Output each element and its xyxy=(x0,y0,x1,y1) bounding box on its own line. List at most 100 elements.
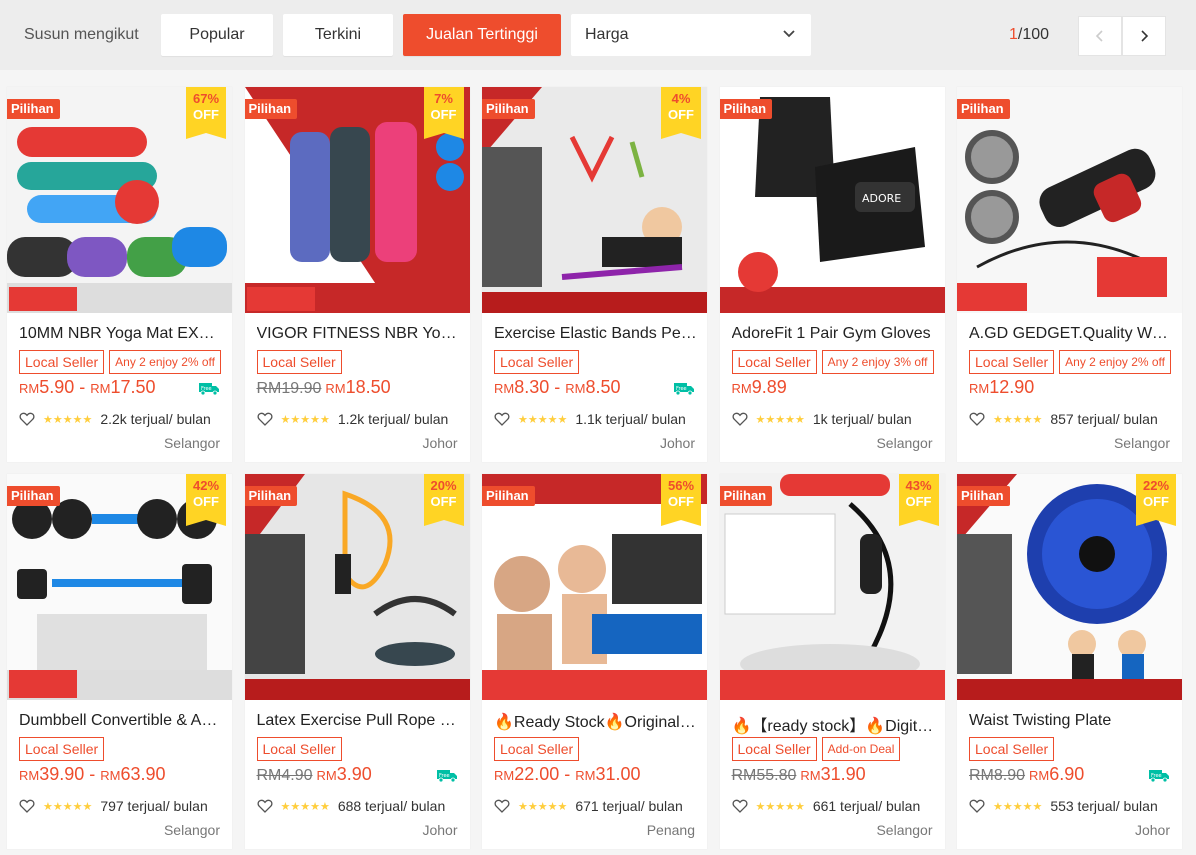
seller-location: Johor xyxy=(1134,822,1170,838)
product-title[interactable]: A.GD GEDGET.Quality Weighted xyxy=(969,325,1174,343)
heart-icon[interactable] xyxy=(494,798,510,814)
product-tags: Local Seller xyxy=(494,737,580,761)
product-card[interactable]: Pilihan 22% OFF Waist Twisting Plate Loca… xyxy=(957,474,1182,849)
price-sort-select[interactable]: Harga xyxy=(571,14,811,56)
discount-percent: 4% xyxy=(671,91,691,106)
price-value: 9.89 xyxy=(751,377,787,397)
currency-symbol: RM xyxy=(565,381,586,396)
sold-count: 2.2k terjual/ bulan xyxy=(100,411,211,427)
price-value: 12.90 xyxy=(989,377,1035,397)
star-rating: ★★★★★ xyxy=(518,413,568,426)
discount-badge: 42% OFF xyxy=(186,474,226,526)
svg-text:ADORE: ADORE xyxy=(862,192,901,205)
product-price: RM12.90 xyxy=(969,377,1034,398)
price-value: 5.90 xyxy=(39,377,75,397)
price-value: 6.90 xyxy=(1049,764,1085,784)
product-image[interactable]: ADORE Pilihan xyxy=(719,87,945,313)
product-card[interactable]: Pilihan 42% OFF Dumbbell Convertible & Ad… xyxy=(7,474,232,849)
product-image[interactable]: Pilihan xyxy=(957,87,1182,313)
next-page-button[interactable] xyxy=(1122,16,1166,56)
heart-icon[interactable] xyxy=(257,411,273,427)
free-shipping-icon: Free xyxy=(674,383,694,396)
price-separator: - xyxy=(559,764,576,784)
heart-icon[interactable] xyxy=(19,798,35,814)
sort-popular-button[interactable]: Popular xyxy=(161,14,273,56)
heart-icon[interactable] xyxy=(494,411,510,427)
product-card[interactable]: ADORE Pilihan AdoreFit 1 Pair Gym Gloves… xyxy=(719,87,945,462)
discount-off-label: OFF xyxy=(430,494,457,509)
local-seller-tag: Local Seller xyxy=(19,737,105,761)
product-title[interactable]: 🔥Ready Stock🔥Original EMS xyxy=(494,712,699,732)
product-title[interactable]: 10MM NBR Yoga Mat EXTRA THICK xyxy=(19,325,224,343)
product-title[interactable]: Exercise Elastic Bands Pedal xyxy=(494,325,699,343)
price-sort-label: Harga xyxy=(585,26,629,43)
product-card[interactable]: Pilihan 7%OFF VIGOR FITNESS NBR Yoga Mat… xyxy=(244,87,470,462)
discount-percent: 42% xyxy=(192,478,220,493)
price-value-max: 8.50 xyxy=(585,377,621,397)
svg-text:Free: Free xyxy=(676,386,687,392)
product-image[interactable]: Pilihan 43% OFF xyxy=(719,474,945,700)
discount-off-label: OFF xyxy=(430,107,457,122)
product-tags: Local Seller Any 2 enjoy 2% off xyxy=(19,350,221,374)
discount-badge: 67% OFF xyxy=(186,87,226,139)
product-tags: Local Seller xyxy=(969,737,1055,761)
product-tags: Local Seller Add-on Deal xyxy=(731,737,901,761)
heart-icon[interactable] xyxy=(19,411,35,427)
sold-count: 1.1k terjual/ bulan xyxy=(575,411,686,427)
svg-text:Free: Free xyxy=(201,386,212,392)
discount-off-label: OFF xyxy=(905,494,932,509)
product-title[interactable]: 🔥【ready stock】🔥Digital Jump Rope xyxy=(732,712,937,736)
product-image[interactable]: Pilihan 22% OFF xyxy=(957,474,1182,700)
product-title[interactable]: AdoreFit 1 Pair Gym Gloves xyxy=(732,325,937,343)
product-image[interactable]: Pilihan 67% OFF xyxy=(7,87,232,313)
product-photo xyxy=(957,87,1182,313)
currency-symbol: RM xyxy=(800,768,821,783)
sort-bar: Susun mengikut Popular Terkini Jualan Te… xyxy=(0,0,1196,70)
rating-row: ★★★★★ 1k terjual/ bulan xyxy=(732,409,937,429)
star-rating: ★★★★★ xyxy=(755,800,805,813)
product-image[interactable]: Pilihan 4% OFF xyxy=(482,87,707,313)
heart-icon[interactable] xyxy=(257,798,273,814)
product-title[interactable]: Waist Twisting Plate xyxy=(969,712,1174,730)
sort-latest-button[interactable]: Terkini xyxy=(283,14,393,56)
heart-icon[interactable] xyxy=(732,798,748,814)
heart-icon[interactable] xyxy=(732,411,748,427)
product-image[interactable]: Pilihan 56% OFF xyxy=(482,474,707,700)
heart-icon[interactable] xyxy=(969,798,985,814)
product-title[interactable]: Dumbbell Convertible & Adjustable xyxy=(19,712,224,730)
star-rating: ★★★★★ xyxy=(993,413,1043,426)
original-price: RM4.90 xyxy=(256,767,313,784)
discount-off-label: OFF xyxy=(1143,494,1169,509)
sort-label: Susun mengikut xyxy=(24,26,139,43)
local-seller-tag: Local Seller xyxy=(969,350,1055,374)
discount-percent: 22% xyxy=(1142,478,1170,493)
heart-icon[interactable] xyxy=(969,411,985,427)
product-image[interactable]: Pilihan 7% OFF xyxy=(244,87,470,313)
product-title[interactable]: Latex Exercise Pull Rope 8 Shape xyxy=(257,712,462,730)
product-image[interactable]: Pilihan 42% OFF xyxy=(7,474,232,700)
discount-off-label: OFF xyxy=(193,494,219,509)
product-image[interactable]: Pilihan 20% OFF xyxy=(244,474,470,700)
product-tags: Local Seller xyxy=(256,350,342,374)
sort-top-sales-button[interactable]: Jualan Tertinggi xyxy=(403,14,561,56)
pilihan-badge: Pilihan xyxy=(719,486,773,506)
price-value: 31.90 xyxy=(820,764,866,784)
product-card[interactable]: Pilihan A.GD GEDGET.Quality Weighted Loc… xyxy=(957,87,1182,462)
rating-row: ★★★★★ 553 terjual/ bulan xyxy=(969,796,1174,816)
product-card[interactable]: Pilihan 20% OFF Latex Exercise Pull Rope … xyxy=(244,474,470,849)
chevron-right-icon xyxy=(1141,30,1149,42)
pilihan-badge: Pilihan xyxy=(244,99,298,119)
product-title[interactable]: VIGOR FITNESS NBR Yoga Mat xyxy=(257,325,462,343)
product-price: RM55.80 RM31.90 xyxy=(732,764,866,785)
product-card[interactable]: Pilihan 67%OFF 10MM NBR Yoga Mat EXTRA T… xyxy=(7,87,232,462)
prev-page-button[interactable] xyxy=(1078,16,1122,56)
svg-text:Free: Free xyxy=(439,773,450,779)
product-photo: ADORE xyxy=(719,87,945,313)
product-card[interactable]: Pilihan 43%OFF 🔥【ready stock】🔥Digital Ju… xyxy=(719,474,945,849)
local-seller-tag: Local Seller xyxy=(731,737,817,761)
product-price: RM5.90 - RM17.50 xyxy=(19,377,156,398)
product-card[interactable]: Pilihan 56% OFF 🔥Ready Stock🔥Original EMS… xyxy=(482,474,707,849)
star-rating: ★★★★★ xyxy=(280,800,330,813)
product-card[interactable]: Pilihan 4% OFF Exercise Elastic Bands Ped… xyxy=(482,87,707,462)
price-value: 22.00 xyxy=(514,764,560,784)
